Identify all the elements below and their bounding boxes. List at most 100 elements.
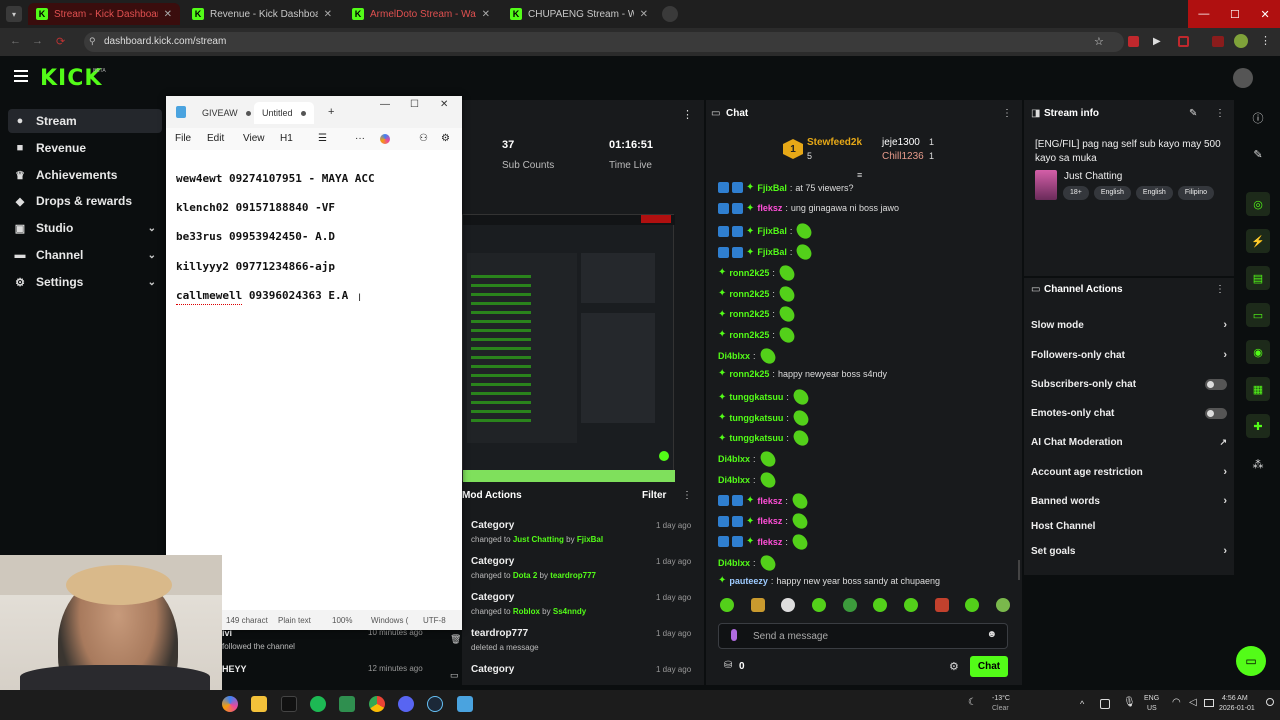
emote-icon[interactable] xyxy=(842,598,857,612)
info-icon[interactable]: ⓘ xyxy=(1246,106,1270,130)
sidebar-item-achievements[interactable]: ♛ Achievements xyxy=(8,163,162,187)
heading-dropdown[interactable]: H1 xyxy=(280,133,293,144)
mod-action-user[interactable]: Ss4nndy xyxy=(553,607,586,616)
reload-icon[interactable]: ⟳ xyxy=(56,35,65,48)
browser-tab-armeldoto[interactable]: K ArmelDoto Stream - Watch Live ✕ xyxy=(344,3,498,25)
extension-icon[interactable]: ▶ xyxy=(1153,36,1161,47)
category-name[interactable]: Just Chatting xyxy=(1064,171,1122,182)
kick-support-chat-icon[interactable]: ▭ xyxy=(1236,646,1266,676)
channel-action-account-age-restriction[interactable]: Account age restriction › xyxy=(1031,465,1227,479)
broadcast-icon[interactable]: ◉ xyxy=(1246,340,1270,364)
chat-send-button[interactable]: Chat xyxy=(970,656,1008,677)
emote-icon[interactable] xyxy=(873,598,888,612)
close-tab-icon[interactable]: ✕ xyxy=(164,9,172,20)
list-format-icon[interactable]: ☰ xyxy=(318,133,327,144)
channel-actions-more-icon[interactable]: ⋮ xyxy=(1215,284,1225,295)
emote-icon[interactable] xyxy=(811,598,826,612)
chat-username[interactable]: fleksz xyxy=(757,516,782,526)
chat-username[interactable]: Di4blxx xyxy=(718,454,750,464)
maximize-icon[interactable]: ☐ xyxy=(1230,8,1240,21)
chat-username[interactable]: tunggkatsuu xyxy=(729,392,783,402)
notepad-tab-giveaw[interactable]: GIVEAW xyxy=(194,102,259,124)
gifter-name[interactable]: Chill1236 xyxy=(882,151,924,162)
emote-icon[interactable] xyxy=(995,598,1010,612)
user-avatar[interactable] xyxy=(1233,68,1253,88)
notepad-close-icon[interactable]: ✕ xyxy=(440,99,448,110)
notepad-taskbar-icon[interactable] xyxy=(457,696,473,712)
wrench-icon[interactable]: ✚ xyxy=(1246,414,1270,438)
extension-icon[interactable] xyxy=(1128,36,1139,47)
chat-username[interactable]: fleksz xyxy=(757,537,782,547)
mod-action-user[interactable]: teardrop777 xyxy=(550,571,596,580)
chat-username[interactable]: pauteezy xyxy=(729,576,768,586)
wifi-icon[interactable]: ◠ xyxy=(1172,697,1181,708)
mod-action-target[interactable]: Roblox xyxy=(513,607,540,616)
clock-time[interactable]: 4:56 AM xyxy=(1222,695,1248,702)
pencil-icon[interactable]: ✎ xyxy=(1246,142,1270,166)
chat-username[interactable]: tunggkatsuu xyxy=(729,413,783,423)
close-icon[interactable]: ✕ xyxy=(1260,8,1269,21)
chat-scrollbar[interactable] xyxy=(1018,560,1020,580)
close-tab-icon[interactable]: ✕ xyxy=(640,9,648,20)
chat-username[interactable]: fleksz xyxy=(757,496,782,506)
chat-settings-icon[interactable]: ⚙ xyxy=(949,660,959,673)
app-icon[interactable] xyxy=(339,696,355,712)
profile-avatar-icon[interactable] xyxy=(1234,34,1248,48)
chat-username[interactable]: fleksz xyxy=(757,203,782,213)
more-options-icon[interactable]: ··· xyxy=(355,133,365,144)
new-tab-icon[interactable] xyxy=(662,6,678,22)
emote-icon[interactable] xyxy=(965,598,980,612)
sidebar-item-revenue[interactable]: ■ Revenue xyxy=(8,136,162,160)
close-tab-icon[interactable]: ✕ xyxy=(324,9,332,20)
stream-info-more-icon[interactable]: ⋮ xyxy=(1215,108,1225,119)
close-tab-icon[interactable]: ✕ xyxy=(482,9,490,20)
browser-more-icon[interactable]: ⋮ xyxy=(1260,34,1271,47)
palette-icon[interactable]: ⁂ xyxy=(1246,452,1270,476)
chat-more-icon[interactable]: ⋮ xyxy=(1002,108,1012,119)
chat-username[interactable]: ronn2k25 xyxy=(729,369,769,379)
mod-action-target[interactable]: Dota 2 xyxy=(513,571,537,580)
browser-tab-revenue[interactable]: K Revenue - Kick Dashboard ✕ xyxy=(184,3,340,25)
tiktok-icon[interactable] xyxy=(281,696,297,712)
extension-icon[interactable] xyxy=(1178,36,1189,47)
microphone-icon[interactable]: 🎙 xyxy=(1123,697,1136,708)
emote-icon[interactable] xyxy=(750,598,765,612)
tray-app-icon[interactable] xyxy=(1100,699,1110,709)
battery-icon[interactable] xyxy=(1204,699,1214,707)
mic-icon[interactable] xyxy=(731,629,737,641)
browser-tab-chupaeng[interactable]: K CHUPAENG Stream - Watch Live ✕ xyxy=(502,3,656,25)
chrome-icon[interactable] xyxy=(369,696,385,712)
menu-file[interactable]: File xyxy=(175,133,191,144)
menu-edit[interactable]: Edit xyxy=(207,133,224,144)
copilot-taskbar-icon[interactable] xyxy=(222,696,238,712)
channel-action-host-channel[interactable]: Host Channel xyxy=(1031,519,1227,533)
lightning-icon[interactable]: ⚡ xyxy=(1246,229,1270,253)
chat-username[interactable]: FjixBal xyxy=(757,226,787,236)
notepad-settings-icon[interactable]: ⚙ xyxy=(441,133,450,144)
notepad-tab-untitled[interactable]: Untitled xyxy=(254,102,314,124)
chevron-down-icon[interactable]: ⌄ xyxy=(148,223,156,234)
mod-actions-filter-button[interactable]: Filter xyxy=(642,490,666,501)
sidebar-item-drops-rewards[interactable]: ◆ Drops & rewards xyxy=(8,189,162,213)
steam-icon[interactable] xyxy=(427,696,443,712)
notepad-minimize-icon[interactable]: — xyxy=(380,99,390,110)
channel-action-slow-mode[interactable]: Slow mode › xyxy=(1031,318,1227,332)
sidebar-item-channel[interactable]: ▬ Channel ⌄ xyxy=(8,243,162,267)
mod-action-user[interactable]: FjixBal xyxy=(577,535,603,544)
file-explorer-icon[interactable] xyxy=(251,696,267,712)
emote-icon[interactable] xyxy=(903,598,918,612)
chat-username[interactable]: ronn2k25 xyxy=(729,268,769,278)
chat-username[interactable]: Di4blxx xyxy=(718,558,750,568)
chat-username[interactable]: ronn2k25 xyxy=(729,330,769,340)
language-top[interactable]: ENG xyxy=(1144,695,1159,702)
camera-focus-icon[interactable]: ◎ xyxy=(1246,192,1270,216)
channel-action-subscribers-only-chat[interactable]: Subscribers-only chat xyxy=(1031,377,1227,391)
account-icon[interactable]: ⚇ xyxy=(419,133,428,144)
channel-action-emotes-only-chat[interactable]: Emotes-only chat xyxy=(1031,406,1227,420)
chat-input[interactable]: Send a message ☻ xyxy=(718,623,1008,649)
spotify-icon[interactable] xyxy=(310,696,326,712)
chat-username[interactable]: ronn2k25 xyxy=(729,309,769,319)
mod-actions-more-icon[interactable]: ⋮ xyxy=(682,490,692,501)
sidebar-item-settings[interactable]: ⚙ Settings ⌄ xyxy=(8,270,162,294)
sidebar-item-studio[interactable]: ▣ Studio ⌄ xyxy=(8,216,162,240)
